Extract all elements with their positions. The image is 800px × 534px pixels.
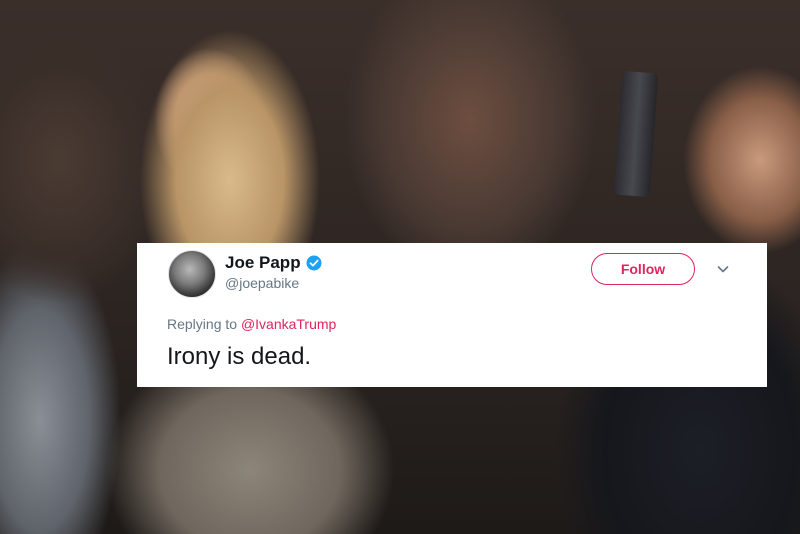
tweet-text: Irony is dead. <box>167 343 312 370</box>
tweet-author-row: Joe Papp <box>225 252 322 274</box>
avatar[interactable] <box>168 250 216 298</box>
tweet-card: Joe Papp @joepabike Follow Replying to @… <box>137 243 767 387</box>
phone-in-photo <box>613 70 659 198</box>
replying-to-line: Replying to @IvankaTrump <box>167 316 336 332</box>
display-name[interactable]: Joe Papp <box>225 253 301 273</box>
follow-button[interactable]: Follow <box>591 253 695 285</box>
replying-to-link[interactable]: @IvankaTrump <box>241 316 336 332</box>
verified-badge-icon <box>306 255 322 271</box>
replying-to-prefix: Replying to <box>167 316 238 332</box>
chevron-down-icon[interactable] <box>715 261 731 277</box>
user-handle[interactable]: @joepabike <box>225 275 299 291</box>
